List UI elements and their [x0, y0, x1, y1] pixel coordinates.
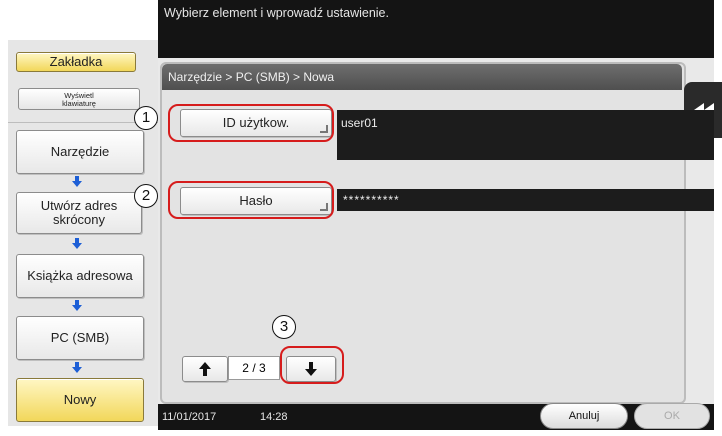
- cancel-label: Anuluj: [568, 410, 600, 422]
- step-new-label: Nowy: [63, 392, 97, 407]
- step-create-address-button[interactable]: Utwórz adres skrócony: [16, 192, 142, 234]
- page-current: 2: [242, 361, 249, 375]
- cancel-button[interactable]: Anuluj: [540, 403, 628, 429]
- header-bar: Wybierz element i wprowadź ustawienie.: [158, 0, 714, 58]
- page-total: 3: [259, 361, 266, 375]
- show-keyboard-label: Wyświetl klawiaturę: [62, 91, 96, 108]
- status-time: 14:28: [260, 411, 288, 423]
- bookmark-tab-label: Zakładka: [49, 54, 103, 69]
- step-address-book-label: Książka adresowa: [27, 268, 133, 283]
- step-pc-smb-button[interactable]: PC (SMB): [16, 316, 144, 360]
- bookmark-tab-button[interactable]: Zakładka: [16, 52, 136, 72]
- step-address-book-button[interactable]: Książka adresowa: [16, 254, 144, 298]
- page-indicator: 2 / 3: [228, 356, 280, 380]
- ok-button[interactable]: OK: [634, 403, 710, 429]
- step-pc-smb-label: PC (SMB): [50, 330, 110, 345]
- user-id-field[interactable]: user01: [337, 110, 714, 160]
- callout-2: 2: [134, 184, 158, 208]
- highlight-page-down: [280, 346, 344, 384]
- step-create-address-label: Utwórz adres skrócony: [40, 198, 118, 227]
- page-separator: /: [252, 361, 256, 375]
- highlight-password: [168, 181, 334, 219]
- ok-label: OK: [664, 410, 680, 422]
- page-up-button[interactable]: [182, 356, 228, 382]
- step-new-button[interactable]: Nowy: [16, 378, 144, 422]
- screen: Wybierz element i wprowadź ustawienie. Z…: [0, 0, 722, 436]
- arrow-up-icon: [199, 362, 211, 376]
- show-keyboard-button[interactable]: Wyświetl klawiaturę: [18, 88, 140, 110]
- password-value: **********: [343, 193, 400, 207]
- status-date: 11/01/2017: [162, 411, 217, 423]
- callout-1: 1: [134, 106, 158, 130]
- step-tool-label: Narzędzie: [50, 144, 110, 159]
- highlight-user-id: [168, 104, 334, 142]
- user-id-value: user01: [341, 116, 378, 130]
- status-bar: 11/01/2017 14:28: [158, 404, 714, 430]
- password-field[interactable]: **********: [337, 189, 714, 211]
- callout-3: 3: [272, 315, 296, 339]
- breadcrumb: Narzędzie > PC (SMB) > Nowa: [162, 64, 682, 90]
- instruction-text: Wybierz element i wprowadź ustawienie.: [164, 6, 389, 20]
- step-tool-button[interactable]: Narzędzie: [16, 130, 144, 174]
